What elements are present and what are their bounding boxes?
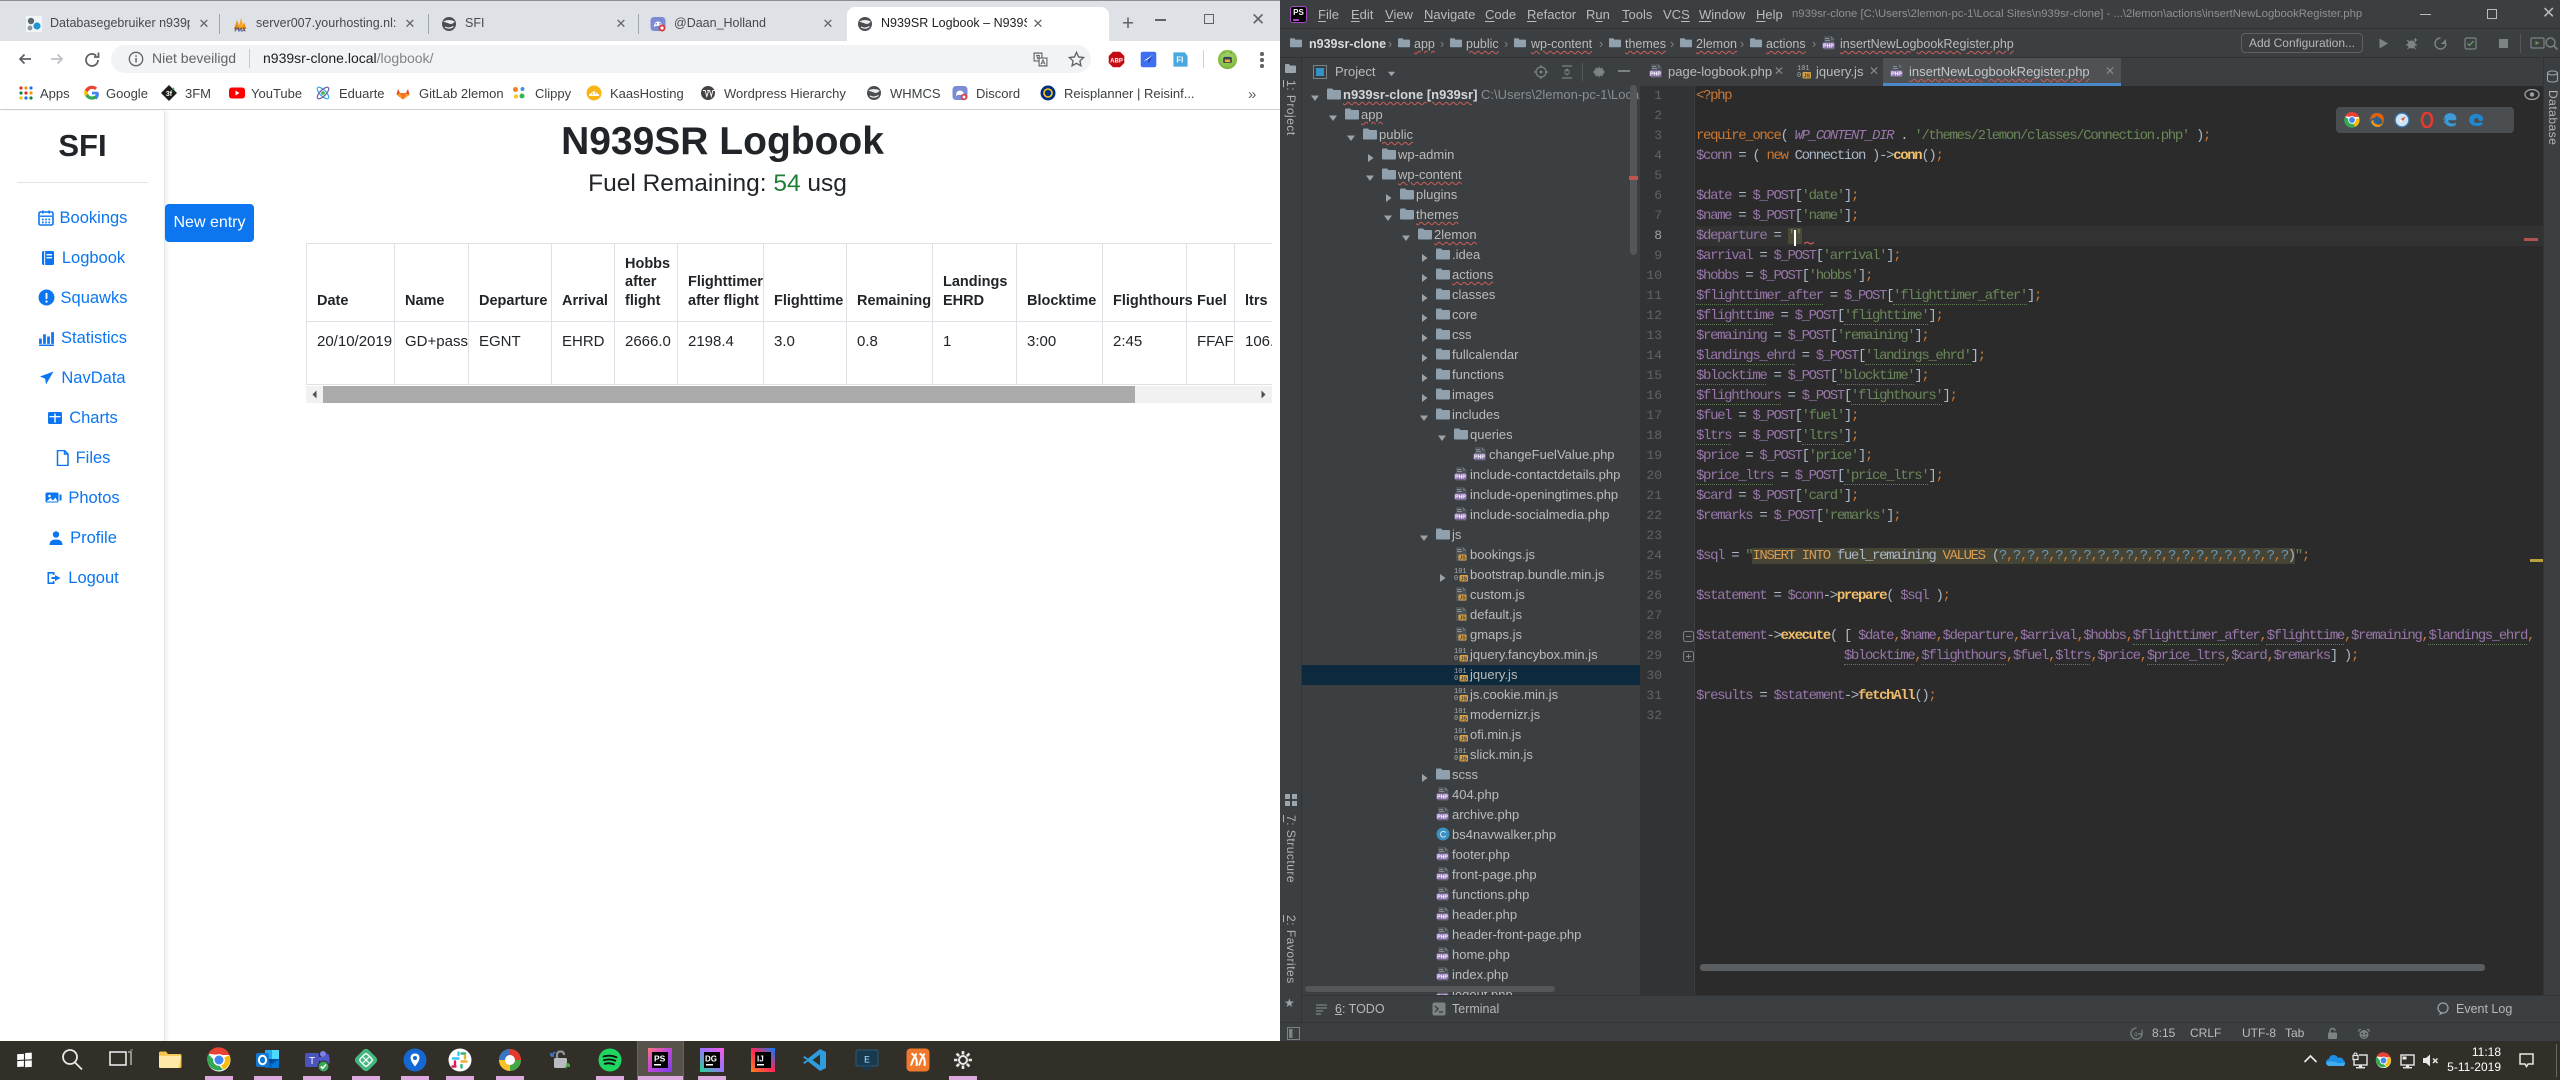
svg-text:0: 0 <box>1797 72 1801 79</box>
svg-text:PHP: PHP <box>1437 974 1448 980</box>
svg-text:0: 0 <box>1454 715 1458 722</box>
svg-text:PHP: PHP <box>1437 814 1448 820</box>
svg-text:0: 0 <box>1454 675 1458 682</box>
svg-text:DG: DG <box>705 1055 717 1064</box>
svg-text:3f: 3f <box>166 91 173 98</box>
svg-text:IJ: IJ <box>757 1055 764 1064</box>
svg-text:JS: JS <box>1459 615 1466 621</box>
svg-text:E: E <box>864 1056 870 1067</box>
svg-text:PS: PS <box>654 1054 666 1064</box>
svg-text:JS: JS <box>1461 716 1468 722</box>
svg-text:4: 4 <box>2134 1031 2138 1038</box>
svg-text:PHP: PHP <box>1455 474 1466 480</box>
svg-text:PHP: PHP <box>1891 71 1902 77</box>
svg-text:PHP: PHP <box>1650 71 1661 77</box>
svg-text:PHP: PHP <box>1437 854 1448 860</box>
svg-text:JS: JS <box>1459 555 1466 561</box>
svg-text:JS: JS <box>1461 656 1468 662</box>
svg-text:JS: JS <box>1461 576 1468 582</box>
svg-text:PHP: PHP <box>1437 914 1448 920</box>
svg-text:JS: JS <box>1459 595 1466 601</box>
svg-text:C: C <box>1440 829 1447 839</box>
svg-text:PHP: PHP <box>1455 494 1466 500</box>
svg-text:PHP: PHP <box>1474 454 1485 460</box>
svg-text:0: 0 <box>1454 735 1458 742</box>
svg-text:JS: JS <box>1804 73 1811 79</box>
svg-text:PHP: PHP <box>1437 794 1448 800</box>
svg-text:PHP: PHP <box>1437 894 1448 900</box>
svg-text:ABP: ABP <box>1110 58 1123 64</box>
svg-text:PHP: PHP <box>1823 43 1834 49</box>
svg-text:0: 0 <box>1454 655 1458 662</box>
svg-text:PHP: PHP <box>1437 934 1448 940</box>
svg-text:FI: FI <box>1176 55 1183 64</box>
svg-text:0: 0 <box>1454 755 1458 762</box>
svg-text:JS: JS <box>1459 635 1466 641</box>
svg-text:JS: JS <box>1461 676 1468 682</box>
svg-text:PHP: PHP <box>1437 954 1448 960</box>
svg-text:JS: JS <box>1461 696 1468 702</box>
svg-text:0: 0 <box>1454 575 1458 582</box>
svg-text:PHP: PHP <box>1455 514 1466 520</box>
svg-text:0: 0 <box>1454 695 1458 702</box>
svg-text:JS: JS <box>1461 736 1468 742</box>
svg-text:T: T <box>309 1056 315 1067</box>
svg-text:PMA: PMA <box>234 28 246 33</box>
svg-text:JS: JS <box>1461 756 1468 762</box>
svg-text:PHP: PHP <box>1437 874 1448 880</box>
